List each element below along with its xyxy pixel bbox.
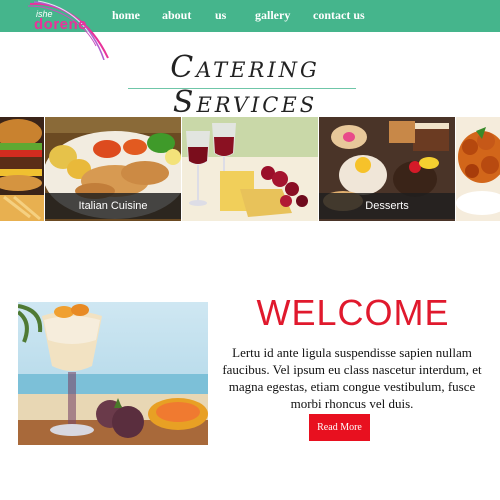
- gallery-image-burger[interactable]: [0, 117, 44, 221]
- burger-image-icon: [0, 117, 44, 221]
- nav-about-link[interactable]: about: [162, 8, 191, 23]
- nav-us-link[interactable]: us: [215, 8, 226, 23]
- gallery-image-wine[interactable]: [182, 117, 318, 221]
- site-logo[interactable]: ishe dorene: [0, 0, 110, 60]
- gallery-image-desserts[interactable]: Desserts: [319, 117, 455, 221]
- nav-home-link[interactable]: home: [112, 8, 140, 23]
- food-gallery-strip: Italian Cuisine Desserts: [0, 117, 500, 221]
- welcome-drink-image: [18, 302, 208, 445]
- nav-contact-link[interactable]: contact us: [313, 8, 365, 23]
- logo-main-text: dorene: [34, 16, 88, 33]
- welcome-heading: WELCOME: [256, 292, 450, 333]
- tropical-drink-image-icon: [18, 302, 208, 445]
- glazed-chicken-image-icon: [456, 117, 500, 221]
- welcome-body-text: Lertu id ante ligula suspendisse sapien …: [222, 345, 482, 411]
- title-underline: [128, 88, 356, 89]
- gallery-caption-italian: Italian Cuisine: [45, 193, 181, 219]
- page-title: Catering Services: [170, 50, 320, 120]
- gallery-image-italian[interactable]: Italian Cuisine: [45, 117, 181, 221]
- read-more-button[interactable]: Read More: [309, 414, 370, 441]
- gallery-caption-desserts: Desserts: [319, 193, 455, 219]
- gallery-image-sweet-sour[interactable]: [456, 117, 500, 221]
- nav-gallery-link[interactable]: gallery: [255, 8, 290, 23]
- wine-cheese-image-icon: [182, 117, 318, 221]
